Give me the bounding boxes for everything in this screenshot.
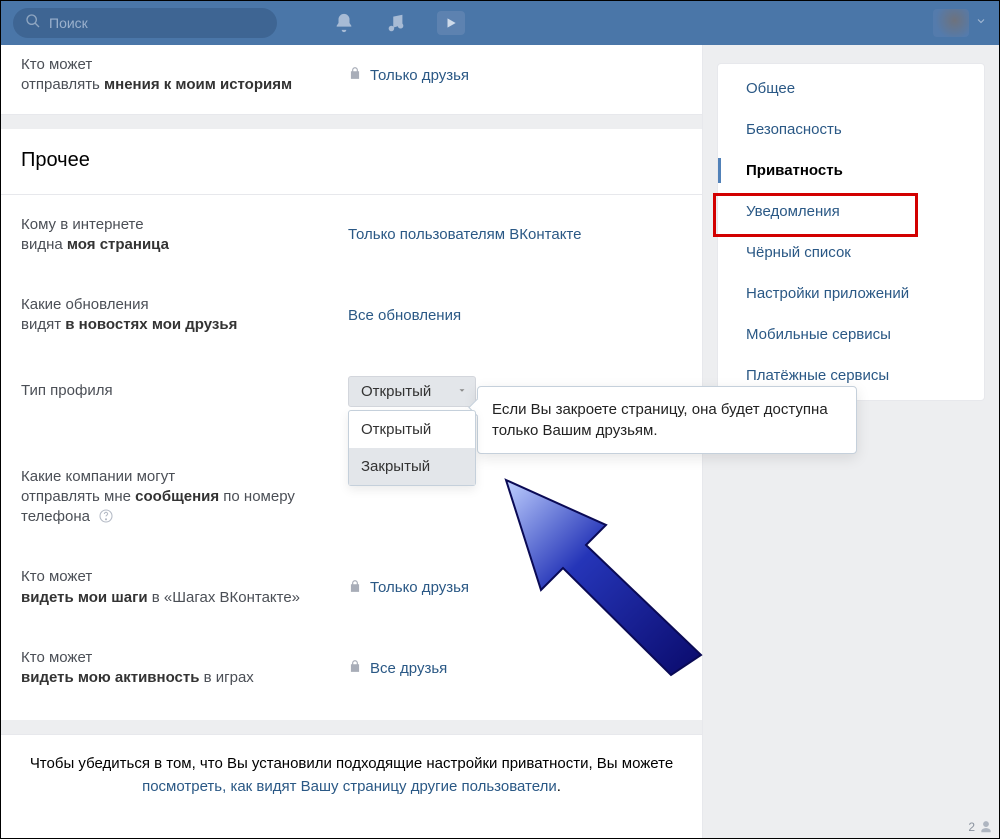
game-activity-value[interactable]: Все друзья <box>348 659 447 677</box>
sidebar-item-app-settings[interactable]: Настройки приложений <box>718 273 984 314</box>
news-updates-value[interactable]: Все обновления <box>348 307 461 324</box>
game-activity-label: Кто может видеть мою активность в играх <box>21 648 326 689</box>
sidebar-item-privacy[interactable]: Приватность <box>718 150 984 191</box>
sidebar-item-security[interactable]: Безопасность <box>718 109 984 150</box>
stories-opinions-row: Кто может отправлять мнения к моим истор… <box>1 45 702 115</box>
profile-type-option-open[interactable]: Открытый <box>349 411 475 448</box>
stories-opinions-value[interactable]: Только друзья <box>348 66 469 84</box>
sidebar-item-notifications[interactable]: Уведомления <box>718 191 984 232</box>
search-input[interactable] <box>49 15 265 31</box>
bell-icon[interactable] <box>333 12 355 34</box>
game-activity-row: Кто может видеть мою активность в играх … <box>1 628 702 713</box>
profile-type-dropdown-list: Открытый Закрытый <box>348 410 476 486</box>
company-messages-label: Какие компании могут отправлять мне сооб… <box>21 467 326 528</box>
page-visibility-row: Кому в интернете видна моя страница Толь… <box>1 195 702 276</box>
lock-icon <box>348 66 362 84</box>
play-icon[interactable] <box>437 11 465 35</box>
settings-sidebar: Общее Безопасность Приватность Уведомлен… <box>717 63 985 401</box>
stories-opinions-label: Кто может отправлять мнения к моим истор… <box>21 55 326 96</box>
chevron-down-icon <box>975 14 987 32</box>
steps-value[interactable]: Только друзья <box>348 579 469 597</box>
lock-icon <box>348 659 362 677</box>
profile-menu[interactable] <box>933 9 987 37</box>
profile-type-dropdown[interactable]: Открытый <box>348 376 476 407</box>
preview-link[interactable]: посмотреть, как видят Вашу страницу друг… <box>142 778 557 795</box>
search-container[interactable] <box>13 8 277 38</box>
privacy-preview-note: Чтобы убедиться в том, что Вы установили… <box>1 734 702 818</box>
steps-label: Кто может видеть мои шаги в «Шагах ВКонт… <box>21 567 326 608</box>
music-icon[interactable] <box>385 12 407 34</box>
lock-icon <box>348 579 362 597</box>
news-updates-row: Какие обновления видят в новостях мои др… <box>1 275 702 356</box>
top-bar <box>1 1 999 45</box>
avatar <box>933 9 969 37</box>
search-icon <box>25 13 41 34</box>
news-updates-label: Какие обновления видят в новостях мои др… <box>21 295 326 336</box>
section-title-other: Прочее <box>1 129 702 195</box>
top-icons <box>333 11 465 35</box>
page-visibility-value[interactable]: Только пользователям ВКонтакте <box>348 226 581 243</box>
presence-count: 2 <box>968 820 993 834</box>
profile-type-label: Тип профиля <box>21 381 326 401</box>
page-visibility-label: Кому в интернете видна моя страница <box>21 215 326 256</box>
sidebar-item-general[interactable]: Общее <box>718 68 984 109</box>
help-icon[interactable] <box>98 508 114 524</box>
caret-down-icon <box>457 383 467 400</box>
steps-row: Кто может видеть мои шаги в «Шагах ВКонт… <box>1 547 702 628</box>
sidebar-item-mobile[interactable]: Мобильные сервисы <box>718 314 984 355</box>
sidebar-item-blacklist[interactable]: Чёрный список <box>718 232 984 273</box>
profile-type-tooltip: Если Вы закроете страницу, она будет дос… <box>477 386 857 454</box>
profile-type-option-closed[interactable]: Закрытый <box>349 448 475 485</box>
